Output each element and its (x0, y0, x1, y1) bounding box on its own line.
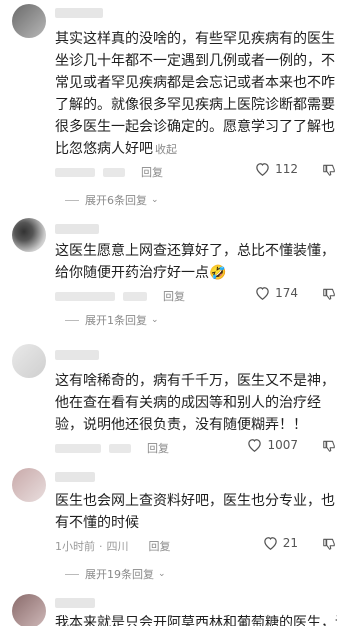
reply-button[interactable]: 回复 (147, 440, 169, 456)
meta-separator: · (99, 539, 103, 553)
chevron-down-icon: ⌄ (158, 569, 166, 579)
fold-link[interactable]: 收起 (155, 143, 177, 156)
username-blurred[interactable] (55, 8, 103, 18)
comment-text: 医生也会网上查资料好吧，医生也分专业，也有不懂的时候 (55, 490, 337, 534)
like-count: 21 (282, 536, 298, 550)
like-button[interactable]: 1007 (247, 438, 298, 452)
comment-item: 医生也会网上查资料好吧，医生也分专业，也有不懂的时候 1小时前 · 四川 回复 … (0, 462, 350, 590)
comment-item: 其实这样真的没啥的，有些罕见疾病有的医生坐诊几十年都不一定遇到几例或者一例的，不… (0, 0, 350, 212)
location-blurred (109, 443, 131, 453)
comment-text-body: 其实这样真的没啥的，有些罕见疾病有的医生坐诊几十年都不一定遇到几例或者一例的，不… (55, 31, 335, 157)
comment-item: 这医生愿意上网查还算好了，总比不懂装懂，给你随便开药治疗好一点🤣 回复 174 … (0, 212, 350, 330)
comment-text: 其实这样真的没啥的，有些罕见疾病有的医生坐诊几十年都不一定遇到几例或者一例的，不… (55, 28, 337, 161)
avatar[interactable] (12, 218, 46, 252)
avatar[interactable] (12, 594, 46, 626)
reply-button[interactable]: 回复 (141, 164, 163, 180)
divider-line (65, 573, 79, 575)
heart-outline-icon (263, 537, 277, 550)
expand-replies-label: 展开6条回复 (85, 194, 147, 207)
comment-text: 这有啥稀奇的，病有千千万，医生又不是神，他在查在看有关病的成因等和别人的治疗经验… (55, 370, 337, 436)
like-count: 1007 (267, 438, 298, 452)
username-blurred[interactable] (55, 598, 95, 608)
expand-replies-label: 展开19条回复 (85, 568, 154, 581)
thumbs-down-icon[interactable] (322, 163, 336, 177)
expand-replies-button[interactable]: 展开6条回复 ⌄ (65, 192, 159, 208)
timestamp: 1小时前 (55, 540, 95, 553)
heart-outline-icon (256, 287, 269, 300)
expand-replies-button[interactable]: 展开1条回复 ⌄ (65, 312, 159, 328)
comment-item: 这有啥稀奇的，病有千千万，医生又不是神，他在查在看有关病的成因等和别人的治疗经验… (0, 340, 350, 460)
comment-meta: 回复 (55, 440, 169, 456)
timestamp-blurred (55, 167, 95, 177)
comment-meta: 回复 (55, 164, 163, 180)
comment-meta: 1小时前 · 四川 回复 (55, 538, 171, 554)
username-blurred[interactable] (55, 350, 99, 360)
reply-button[interactable]: 回复 (149, 538, 171, 554)
thumbs-down-icon[interactable] (322, 287, 336, 301)
username-blurred[interactable] (55, 224, 99, 234)
avatar[interactable] (12, 468, 46, 502)
avatar[interactable] (12, 344, 46, 378)
thumbs-down-icon[interactable] (322, 439, 336, 453)
chevron-down-icon: ⌄ (151, 315, 159, 325)
timestamp-blurred (55, 443, 101, 453)
heart-outline-icon (248, 439, 262, 452)
username-blurred[interactable] (55, 472, 95, 482)
timestamp-blurred (55, 291, 115, 301)
location: 四川 (106, 540, 129, 553)
comment-meta: 回复 (55, 288, 185, 304)
divider-line (65, 319, 79, 321)
like-count: 174 (275, 286, 298, 300)
thumbs-down-icon[interactable] (322, 537, 336, 551)
reply-button[interactable]: 回复 (163, 288, 185, 304)
comment-text-body: 我本来就是只会开阿莫西林和葡萄糖的医生，谁 (55, 615, 337, 626)
comment-text: 我本来就是只会开阿莫西林和葡萄糖的医生，谁 (55, 612, 337, 626)
like-button[interactable]: 21 (263, 536, 298, 550)
like-button[interactable]: 174 (255, 286, 298, 300)
heart-outline-icon (256, 163, 269, 176)
location-blurred (123, 291, 147, 301)
comment-text-body: 这有啥稀奇的，病有千千万，医生又不是神，他在查在看有关病的成因等和别人的治疗经验… (55, 373, 335, 433)
like-count: 112 (275, 162, 298, 176)
comment-text-body: 这医生愿意上网查还算好了，总比不懂装懂，给你随便开药治疗好一点🤣 (55, 243, 335, 281)
comment-text: 这医生愿意上网查还算好了，总比不懂装懂，给你随便开药治疗好一点🤣 (55, 240, 337, 284)
comment-item: 我本来就是只会开阿莫西林和葡萄糖的医生，谁 (0, 592, 350, 626)
like-button[interactable]: 112 (255, 162, 298, 176)
chevron-down-icon: ⌄ (151, 195, 159, 205)
expand-replies-label: 展开1条回复 (85, 314, 147, 327)
expand-replies-button[interactable]: 展开19条回复 ⌄ (65, 566, 166, 582)
comment-text-body: 医生也会网上查资料好吧，医生也分专业，也有不懂的时候 (55, 493, 335, 531)
avatar[interactable] (12, 4, 46, 38)
divider-line (65, 199, 79, 201)
location-blurred (103, 167, 125, 177)
